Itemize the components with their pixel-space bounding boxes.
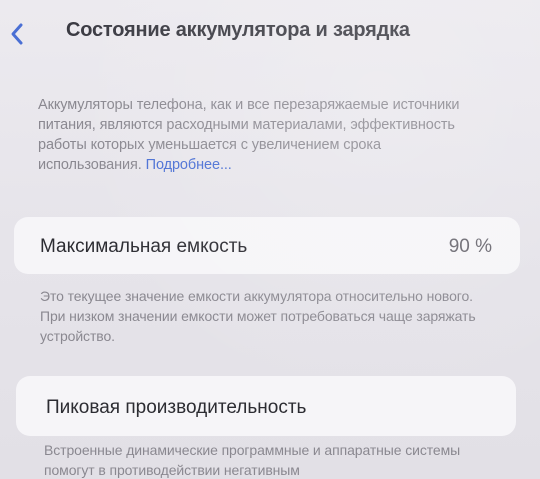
chevron-left-icon [11,23,23,45]
back-button[interactable] [0,14,34,54]
maximum-capacity-value: 90 % [448,236,492,257]
maximum-capacity-row: Максимальная емкость 90 % [14,217,520,274]
maximum-capacity-note: Это текущее значение емкости аккумулятор… [40,288,476,344]
intro-text: Аккумуляторы телефона, как и все перезар… [38,97,460,173]
page-title: Состояние аккумулятора и зарядка [66,19,410,41]
intro-description: Аккумуляторы телефона, как и все перезар… [38,95,488,175]
maximum-capacity-label: Максимальная емкость [40,236,248,257]
peak-performance-row: Пиковая производительность [16,376,516,436]
navigation-bar: Состояние аккумулятора и зарядка [0,0,540,70]
peak-performance-note: Встроенные динамические программные и ап… [44,442,461,478]
battery-health-screen: Состояние аккумулятора и зарядка Аккумул… [0,0,540,479]
learn-more-link[interactable]: Подробнее... [146,157,232,173]
peak-performance-label: Пиковая производительность [46,397,307,418]
